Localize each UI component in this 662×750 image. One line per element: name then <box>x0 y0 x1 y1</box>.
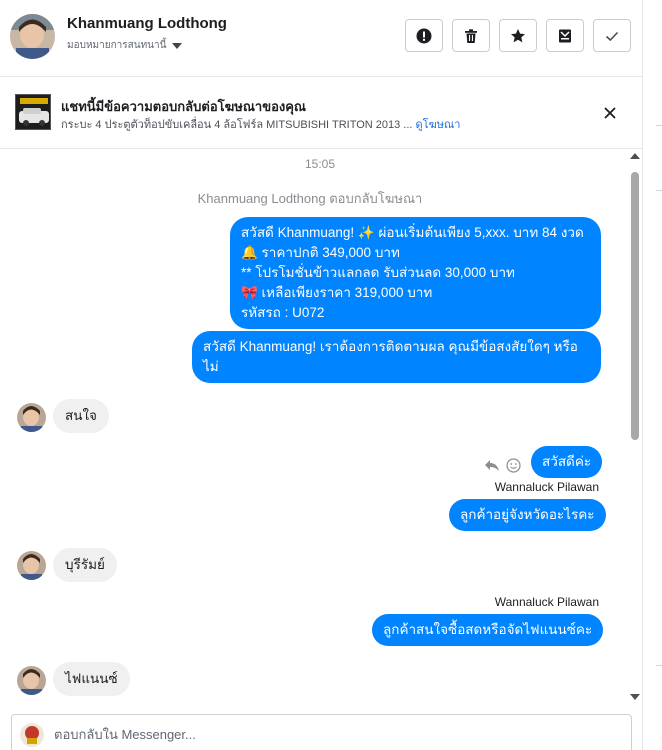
message-line: ** โปรโมชั่นข้าวแลกลด รับส่วนลด 30,000 บ… <box>241 265 515 280</box>
archive-icon <box>559 29 571 42</box>
divider <box>656 190 662 191</box>
check-icon <box>605 31 619 41</box>
message-line: รหัสรถ : U072 <box>241 305 325 320</box>
outgoing-message[interactable]: สวัสดี Khanmuang! เราต้องการติดตามผล คุณ… <box>192 331 601 383</box>
thread-scrollbar[interactable] <box>628 150 642 705</box>
archive-button[interactable] <box>546 19 584 52</box>
timestamp: 15:05 <box>304 157 336 171</box>
ad-banner-title: แชทนี้มีข้อความตอบกลับต่อโฆษณาของคุณ <box>61 99 306 114</box>
star-button[interactable] <box>499 19 537 52</box>
outgoing-message[interactable]: ลูกค้าอยู่จังหวัดอะไรคะ <box>449 499 606 531</box>
sender-name: Wannaluck Pilawan <box>494 595 599 609</box>
emoji-reaction-icon[interactable] <box>506 458 521 473</box>
incoming-message[interactable]: ไฟแนนซ์ <box>53 662 130 696</box>
ad-reply-banner: แชทนี้มีข้อความตอบกลับต่อโฆษณาของคุณ กระ… <box>0 77 643 149</box>
incoming-message[interactable]: สนใจ <box>53 399 109 433</box>
ad-banner-subtitle: กระบะ 4 ประตูตัวท็อปขับเคลื่อน 4 ล้อโฟร์… <box>61 115 460 133</box>
close-banner-button[interactable] <box>600 103 620 123</box>
conversation-header: Khanmuang Lodthong มอบหมายการสนทนานี้ <box>0 0 643 77</box>
message-thread[interactable]: 15:05 Khanmuang Lodthong ตอบกลับโฆษณา สว… <box>0 150 628 705</box>
scroll-thumb[interactable] <box>631 172 639 440</box>
scroll-up-arrow-icon[interactable] <box>630 153 640 159</box>
message-line: ไม่ <box>203 359 219 374</box>
assign-label: มอบหมายการสนทนานี้ <box>67 40 167 51</box>
message-line: สวัสดี Khanmuang! เราต้องการติดตามผล คุณ… <box>203 339 578 354</box>
outgoing-message[interactable]: สวัสดีค่ะ <box>531 446 603 478</box>
ad-reply-note: Khanmuang Lodthong ตอบกลับโฆษณา <box>197 191 423 206</box>
report-button[interactable] <box>405 19 443 52</box>
scroll-down-arrow-icon[interactable] <box>630 694 640 700</box>
star-icon <box>511 28 525 42</box>
trash-icon <box>465 28 477 43</box>
side-gutter <box>644 0 662 750</box>
contact-name[interactable]: Khanmuang Lodthong <box>67 15 227 32</box>
header-actions <box>405 19 631 52</box>
ad-description: กระบะ 4 ประตูตัวท็อปขับเคลื่อน 4 ล้อโฟร์… <box>61 119 413 131</box>
reply-composer <box>11 714 632 750</box>
sender-name: Wannaluck Pilawan <box>494 480 599 494</box>
contact-avatar <box>17 666 46 695</box>
done-button[interactable] <box>593 19 631 52</box>
reply-input[interactable] <box>54 724 614 744</box>
view-ad-link[interactable]: ดูโฆษณา <box>416 119 461 131</box>
close-icon <box>604 107 616 119</box>
reply-icon[interactable] <box>484 459 500 473</box>
delete-button[interactable] <box>452 19 490 52</box>
incoming-message[interactable]: บุรีรัมย์ <box>53 548 117 582</box>
divider <box>656 665 662 666</box>
exclamation-icon <box>416 28 432 43</box>
contact-avatar[interactable] <box>10 14 55 59</box>
assign-conversation-dropdown[interactable]: มอบหมายการสนทนานี้ <box>67 38 183 53</box>
ad-thumbnail[interactable] <box>15 94 51 130</box>
message-tools <box>484 458 521 473</box>
outgoing-message[interactable]: สวัสดี Khanmuang! ✨ ผ่อนเริ่มต้นเพียง 5,… <box>230 217 601 329</box>
messenger-panel: Khanmuang Lodthong มอบหมายการสนทนานี้ แช… <box>0 0 643 750</box>
contact-avatar <box>17 403 46 432</box>
page-avatar <box>20 723 44 747</box>
divider <box>656 125 662 126</box>
outgoing-message[interactable]: ลูกค้าสนใจซื้อสดหรือจัดไฟแนนซ์คะ <box>372 614 604 646</box>
message-line: สวัสดี Khanmuang! ✨ ผ่อนเริ่มต้นเพียง 5,… <box>241 225 584 240</box>
message-line: 🎀 เหลือเพียงราคา 319,000 บาท <box>241 285 433 300</box>
caret-down-icon <box>172 42 183 49</box>
contact-avatar <box>17 551 46 580</box>
message-line: 🔔 ราคาปกติ 349,000 บาท <box>241 245 400 260</box>
